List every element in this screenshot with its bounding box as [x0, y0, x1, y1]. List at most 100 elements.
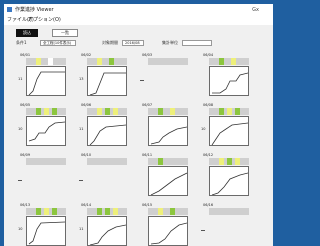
progress-plot [26, 66, 66, 96]
status-segment [97, 58, 102, 65]
cell-title: 06/02 [81, 53, 92, 57]
cell-title: 06/13 [20, 203, 31, 207]
status-segment [105, 108, 110, 115]
period-field[interactable]: 2016/08 [122, 40, 144, 46]
progress-line [28, 121, 65, 142]
chart-cell[interactable]: 06/15 [140, 203, 192, 246]
status-segment [227, 158, 232, 165]
cell-title: 06/15 [142, 203, 153, 207]
progress-line [89, 124, 126, 145]
status-segment [158, 208, 163, 215]
empty-marker [201, 230, 205, 231]
status-segment [219, 158, 224, 165]
y-axis-label: 11 [18, 77, 23, 81]
y-axis-label: 10 [18, 127, 23, 131]
chart-cell[interactable]: 06/16 [201, 203, 253, 246]
status-strip [87, 108, 127, 115]
chart-cell[interactable]: 06/10 [79, 153, 131, 199]
cell-title: 06/12 [203, 153, 214, 157]
unit-field[interactable] [182, 40, 212, 46]
progress-plot [148, 216, 188, 246]
chart-cell[interactable]: 06/04 [201, 53, 253, 99]
cell-title: 06/14 [81, 203, 92, 207]
chart-cell[interactable]: 06/12 [201, 153, 253, 199]
status-segment [109, 58, 114, 65]
chart-cell[interactable]: 06/03 [140, 53, 192, 99]
status-strip [209, 208, 249, 215]
progress-plot [209, 166, 249, 196]
chart-cell[interactable]: 06/13 10 [18, 203, 70, 246]
status-segment [97, 208, 102, 215]
progress-plot [209, 116, 249, 146]
cell-title: 06/10 [81, 153, 92, 157]
plot-svg [89, 124, 126, 145]
y-axis-label: 11 [79, 127, 84, 131]
window-right-label[interactable]: Gx [252, 4, 259, 16]
status-strip [148, 108, 188, 115]
status-strip [87, 208, 127, 215]
chart-cell[interactable]: 06/01 11 [18, 53, 70, 99]
status-strip [209, 58, 249, 65]
menu-options[interactable]: オプション(O) [28, 16, 61, 25]
status-strip [26, 108, 66, 115]
status-segment [170, 108, 175, 115]
progress-line [89, 72, 126, 95]
progress-line [28, 221, 65, 245]
status-strip [87, 58, 127, 65]
status-segment [235, 108, 240, 115]
chart-cell[interactable]: 06/08 10 [201, 103, 253, 149]
chart-cell[interactable]: 06/06 11 [79, 103, 131, 149]
status-strip [26, 58, 66, 65]
status-strip [148, 158, 188, 165]
load-button[interactable]: 読込 [16, 29, 38, 37]
plot-svg [150, 222, 187, 245]
cell-title: 06/09 [20, 153, 31, 157]
window-title: 作業進捗 Viewer [15, 7, 54, 13]
empty-marker [79, 180, 83, 181]
cell-title: 06/05 [20, 103, 31, 107]
progress-plot [148, 116, 188, 146]
chart-cell[interactable]: 06/14 11 [79, 203, 131, 246]
status-segment [36, 208, 41, 215]
plot-svg [28, 221, 65, 245]
progress-line [150, 172, 187, 195]
y-axis-label: 11 [79, 227, 84, 231]
progress-plot [87, 116, 127, 146]
progress-line [150, 126, 187, 145]
progress-line [150, 222, 187, 245]
progress-line [211, 122, 248, 145]
status-segment [235, 158, 240, 165]
status-segment [227, 108, 232, 115]
cell-title: 06/16 [203, 203, 214, 207]
status-segment [36, 108, 41, 115]
y-axis-label: 10 [201, 127, 206, 131]
cell-title: 06/01 [20, 53, 31, 57]
cell-title: 06/08 [203, 103, 214, 107]
status-strip [209, 158, 249, 165]
progress-plot [26, 116, 66, 146]
chart-cell[interactable]: 06/02 13 [79, 53, 131, 99]
status-segment [105, 208, 110, 215]
cell-title: 06/07 [142, 103, 153, 107]
unit-label: 集計単位 [162, 40, 178, 45]
chart-cell[interactable]: 06/11 [140, 153, 192, 199]
status-strip [87, 158, 127, 165]
chart-cell[interactable]: 06/09 [18, 153, 70, 199]
plot-svg [89, 72, 126, 95]
cell-title: 06/06 [81, 103, 92, 107]
plot-svg [212, 72, 248, 94]
condition-label: 条件1 [16, 40, 27, 45]
status-segment [219, 58, 224, 65]
progress-plot [26, 216, 66, 246]
plot-svg [211, 172, 248, 195]
chart-cell[interactable]: 06/07 [140, 103, 192, 149]
status-segment [231, 58, 236, 65]
plot-svg [211, 122, 248, 145]
status-segment [48, 58, 53, 65]
condition-field[interactable]: 全工程(10件表示) [40, 40, 76, 46]
plot-svg [28, 121, 65, 142]
chart-cell[interactable]: 06/05 10 [18, 103, 70, 149]
list-button[interactable]: 一覧 [52, 29, 78, 37]
period-label: 対象期間 [102, 40, 118, 45]
status-segment [113, 208, 118, 215]
